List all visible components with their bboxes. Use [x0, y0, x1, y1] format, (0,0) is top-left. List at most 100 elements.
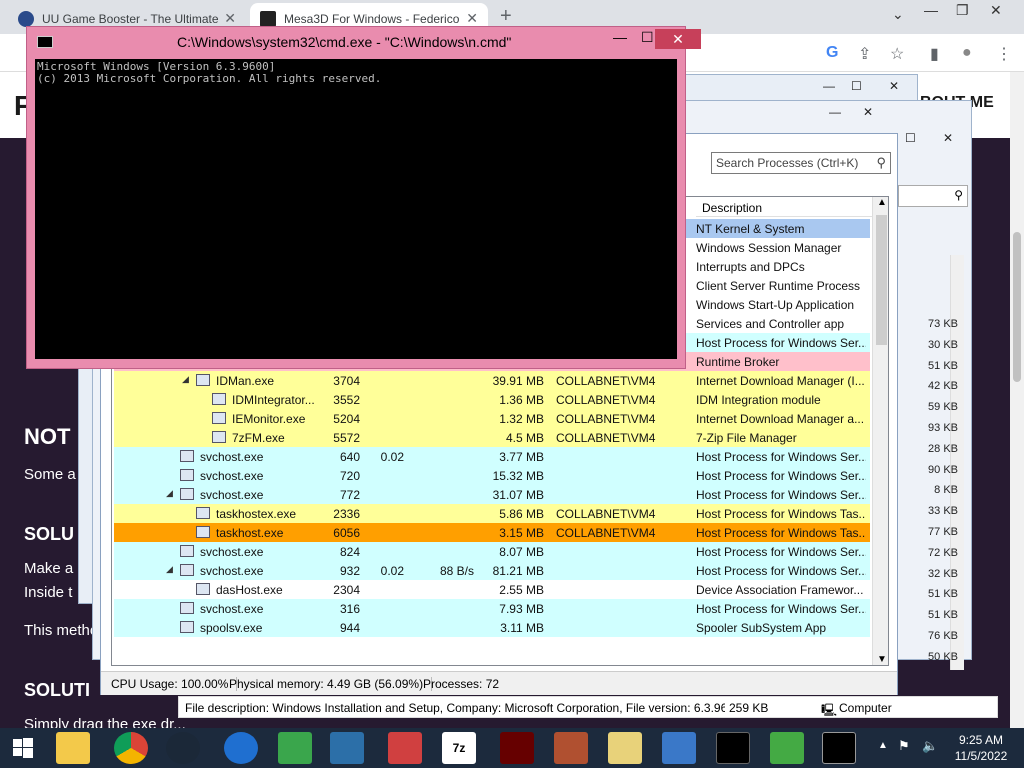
process-description: IDM Integration module: [696, 393, 821, 407]
google-g-icon[interactable]: G: [826, 44, 838, 62]
tab-title: Mesa3D For Windows - Federico: [284, 11, 460, 26]
maximize-button[interactable]: ❐: [956, 2, 969, 19]
process-list-scrollbar[interactable]: ▲ ▼: [872, 197, 888, 665]
maximize-button[interactable]: ☐: [641, 29, 654, 46]
process-description: Host Process for Windows Tas...: [696, 526, 866, 540]
network-icon[interactable]: ⚑: [898, 738, 910, 754]
menu-icon[interactable]: ⋮: [996, 44, 1012, 64]
idm-icon[interactable]: [278, 732, 312, 764]
volume-muted-icon[interactable]: 🔈: [922, 738, 938, 754]
expand-arrow-icon[interactable]: ◢: [166, 488, 173, 499]
process-row[interactable]: IEMonitor.exe 5204 1.32 MB COLLABNET\VM4 Int…: [114, 409, 870, 428]
monitor-icon[interactable]: [662, 732, 696, 764]
page-scrollbar[interactable]: [1010, 72, 1024, 728]
column-header-description[interactable]: Description: [696, 197, 872, 217]
process-row[interactable]: dasHost.exe 2304 2.55 MB Device Association…: [114, 580, 870, 599]
process-user: COLLABNET\VM4: [556, 374, 656, 388]
tab-search-dropdown-icon[interactable]: ⌄: [892, 6, 904, 23]
search-icon[interactable]: ⚲: [876, 155, 886, 171]
firewall-icon[interactable]: [554, 732, 588, 764]
process-memory: 39.91 MB: [492, 374, 544, 388]
minimize-button[interactable]: —: [613, 29, 627, 45]
close-button[interactable]: ✕: [990, 2, 1002, 19]
process-row[interactable]: svchost.exe 720 15.32 MB Host Process for W…: [114, 466, 870, 485]
cmd-titlebar[interactable]: C:\Windows\system32\cmd.exe - "C:\Window…: [27, 27, 685, 57]
scroll-down-icon[interactable]: ▼: [877, 654, 887, 665]
scroll-up-icon[interactable]: ▲: [877, 197, 887, 208]
process-memory: 4.5 MB: [505, 431, 544, 445]
process-pid: 824: [339, 545, 360, 559]
minimize-button[interactable]: —: [924, 2, 938, 18]
7zip-icon[interactable]: 7z: [442, 732, 476, 764]
process-description: Host Process for Windows Ser...: [696, 564, 866, 578]
search-icon[interactable]: ⚲: [898, 185, 968, 207]
new-tab-button[interactable]: +: [500, 5, 512, 28]
process-row[interactable]: svchost.exe 824 8.07 MB Host Process for Wi…: [114, 542, 870, 561]
close-button[interactable]: ✕: [889, 79, 899, 93]
process-row[interactable]: taskhost.exe 6056 3.15 MB COLLABNET\VM4 Host…: [114, 523, 870, 542]
expand-arrow-icon[interactable]: ◢: [182, 374, 189, 385]
tab-close-icon[interactable]: ✕: [224, 10, 236, 27]
expand-arrow-icon[interactable]: ◢: [166, 564, 173, 575]
process-row[interactable]: svchost.exe 640 0.02 3.77 MB Host Process fo…: [114, 447, 870, 466]
process-description: Windows Start-Up Application: [696, 298, 855, 312]
process-row[interactable]: spoolsv.exe 944 3.11 MB Spooler SubSystem A…: [114, 618, 870, 637]
minimize-button[interactable]: —: [829, 105, 841, 119]
process-row[interactable]: 7zFM.exe 5572 4.5 MB COLLABNET\VM4 7-Zip Fil…: [114, 428, 870, 447]
process-description: Client Server Runtime Process: [696, 279, 861, 293]
process-row[interactable]: svchost.exe 316 7.93 MB Host Process for Wi…: [114, 599, 870, 618]
scrollbar-thumb[interactable]: [876, 215, 887, 345]
tab-title: UU Game Booster - The Ultimate: [42, 11, 219, 26]
chrome-icon[interactable]: [114, 732, 148, 764]
physical-memory: Physical memory: 4.49 GB (56.09%): [221, 677, 433, 691]
process-icon: [180, 602, 194, 614]
minimize-button[interactable]: ☐: [905, 131, 916, 145]
globe-icon[interactable]: [224, 732, 258, 764]
steam-icon[interactable]: [166, 732, 200, 764]
search-input[interactable]: Search Processes (Ctrl+K) ⚲: [711, 152, 891, 174]
share-icon[interactable]: ⇪: [858, 44, 871, 64]
cmd-taskbar-icon[interactable]: [716, 732, 750, 764]
clock[interactable]: 9:25 AM 11/5/2022: [948, 732, 1014, 764]
process-io: 88 B/s: [439, 564, 474, 578]
minimize-button[interactable]: —: [823, 79, 835, 93]
process-description: Interrupts and DPCs: [696, 260, 805, 274]
profile-icon[interactable]: ●: [962, 44, 972, 62]
help-icon[interactable]: [608, 732, 642, 764]
process-pid: 932: [339, 564, 360, 578]
app-icon[interactable]: [388, 732, 422, 764]
cmd-taskbar-icon[interactable]: [822, 732, 856, 764]
process-row[interactable]: IDMIntegrator... 3552 1.36 MB COLLABNET\VM4…: [114, 390, 870, 409]
close-button[interactable]: ✕: [943, 131, 953, 145]
page-paragraph: Make a: [24, 560, 74, 577]
close-button[interactable]: ✕: [863, 105, 873, 119]
process-pid: 640: [339, 450, 360, 464]
process-row[interactable]: ◢ svchost.exe 772 31.07 MB Host Process for …: [114, 485, 870, 504]
process-icon: [180, 564, 194, 576]
tab-close-icon[interactable]: ✕: [466, 10, 478, 27]
process-row[interactable]: ◢ IDMan.exe 3704 39.91 MB COLLABNET\VM4 Inter…: [114, 371, 870, 390]
cmd-window[interactable]: C:\Windows\system32\cmd.exe - "C:\Window…: [26, 26, 701, 369]
app-icon[interactable]: [770, 732, 804, 764]
process-row[interactable]: taskhostex.exe 2336 5.86 MB COLLABNET\VM4 Ho…: [114, 504, 870, 523]
star-icon[interactable]: ☆: [890, 44, 904, 64]
tray-chevron-icon[interactable]: ▲: [878, 740, 888, 751]
game-icon[interactable]: [500, 732, 534, 764]
scrollbar-thumb[interactable]: [1013, 232, 1021, 382]
computer-icon: 🖳: [821, 703, 838, 717]
console-line: (c) 2013 Microsoft Corporation. All righ…: [37, 72, 382, 85]
app-icon[interactable]: [330, 732, 364, 764]
process-icon: [212, 431, 226, 443]
sidebar-icon[interactable]: ▮: [930, 44, 939, 64]
file-size-cell: 42 KB: [928, 380, 958, 393]
maximize-button[interactable]: ☐: [851, 79, 862, 93]
process-description: NT Kernel & System: [696, 222, 805, 236]
process-memory: 1.32 MB: [499, 412, 544, 426]
start-button[interactable]: [6, 732, 40, 764]
console-output[interactable]: Microsoft Windows [Version 6.3.9600] (c) …: [35, 59, 677, 359]
procexp-status-bar: CPU Usage: 100.00% Physical memory: 4.49…: [101, 671, 897, 695]
close-button[interactable]: ✕: [655, 29, 701, 49]
process-row[interactable]: ◢ svchost.exe 932 0.02 88 B/s 81.21 MB Host Pr…: [114, 561, 870, 580]
file-explorer-icon[interactable]: [56, 732, 90, 764]
file-size-cell: 59 KB: [928, 401, 958, 414]
